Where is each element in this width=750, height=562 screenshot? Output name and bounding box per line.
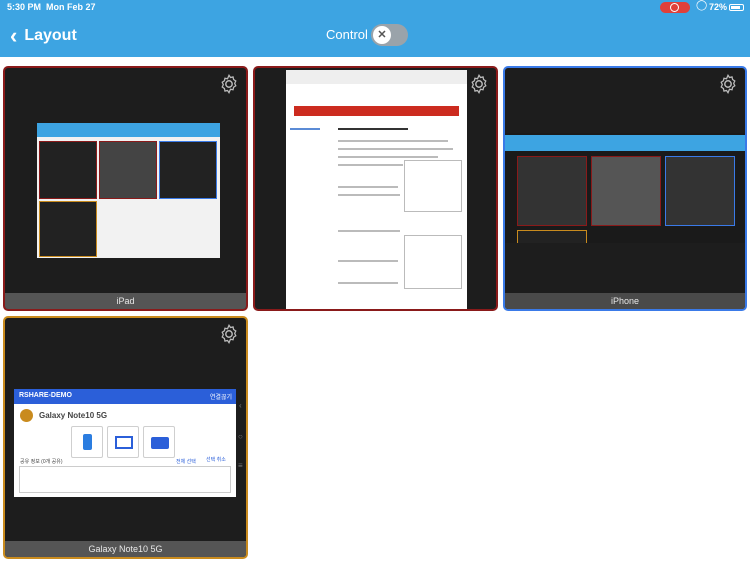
gear-icon[interactable]: [218, 73, 240, 95]
share-list-box: [19, 466, 231, 493]
close-icon: ✕: [373, 26, 391, 44]
mini-nav: [37, 123, 220, 137]
phone-icon: [83, 434, 92, 450]
status-date: Mon Feb 27: [46, 2, 96, 12]
gear-icon[interactable]: [218, 323, 240, 345]
wiki-line: [338, 148, 453, 150]
wiki-figure: [404, 235, 462, 289]
mini-nav: [505, 135, 745, 151]
mini-tile: [159, 141, 217, 199]
wiki-line: [338, 260, 398, 262]
android-home-icon[interactable]: ○: [238, 432, 243, 441]
gallery-button[interactable]: [107, 426, 139, 458]
navigation-bar: ‹ Layout Control ✕: [0, 16, 750, 57]
status-time: 5:30 PM: [7, 2, 42, 12]
wiki-line: [338, 164, 403, 166]
back-button[interactable]: ‹ Layout: [10, 24, 77, 48]
image-icon: [115, 436, 133, 449]
device-screenshot: [286, 70, 467, 309]
android-back-icon[interactable]: ‹: [239, 401, 242, 410]
android-recents-icon[interactable]: ≡: [238, 461, 243, 470]
device-tile-ipad[interactable]: iPad: [3, 66, 248, 311]
wiki-figure: [404, 160, 462, 212]
app-title: RSHARE-DEMO: [19, 392, 72, 399]
device-name: Galaxy Note10 5G: [5, 541, 246, 557]
device-name: iPad: [5, 293, 246, 309]
wiki-banner: [294, 106, 459, 116]
deselect-button[interactable]: 선택 취소: [206, 456, 226, 463]
wiki-line: [338, 140, 448, 142]
device-tile-iphone[interactable]: iPhone: [503, 66, 747, 311]
battery-icon: [729, 4, 744, 11]
device-screenshot: [37, 123, 220, 258]
select-all-button[interactable]: 전체 선택: [176, 458, 196, 465]
browser-toolbar: [286, 70, 467, 84]
mini-tile: [665, 156, 735, 226]
battery-percent: 72%: [709, 2, 728, 12]
status-bar: 5:30 PM Mon Feb 27 ◯ 72%: [0, 0, 750, 16]
wiki-line: [338, 186, 398, 188]
disconnect-button[interactable]: 연결끊기: [210, 392, 232, 401]
android-status-bar: [14, 380, 236, 389]
wiki-line: [338, 194, 400, 196]
device-tile-browser[interactable]: [253, 66, 498, 311]
app-header: RSHARE-DEMO 연결끊기: [14, 389, 236, 404]
control-toggle[interactable]: ✕: [371, 24, 408, 46]
avatar: [20, 409, 33, 422]
device-title: Galaxy Note10 5G: [39, 411, 108, 420]
mini-tile: [39, 201, 97, 257]
camera-icon: [151, 437, 169, 449]
wiki-link: [290, 128, 320, 130]
gear-icon[interactable]: [717, 73, 739, 95]
wiki-line: [338, 156, 438, 158]
screen-record-icon: [660, 2, 690, 13]
page-title: Layout: [24, 27, 77, 44]
device-tile-galaxy[interactable]: RSHARE-DEMO 연결끊기 Galaxy Note10 5G 공유 정보 …: [3, 316, 248, 559]
chevron-left-icon: ‹: [10, 23, 18, 48]
mini-tile: [517, 230, 587, 243]
gear-icon[interactable]: [468, 73, 490, 95]
mini-tile: [517, 156, 587, 226]
screen-share-button[interactable]: [71, 426, 103, 458]
device-screenshot: RSHARE-DEMO 연결끊기 Galaxy Note10 5G 공유 정보 …: [14, 380, 236, 497]
mini-tile: [39, 141, 97, 199]
mini-tile: [99, 141, 157, 199]
control-label: Control: [326, 27, 368, 42]
mini-tile: [591, 156, 661, 226]
camera-button[interactable]: [143, 426, 175, 458]
wifi-icon: ◯: [696, 0, 708, 11]
wiki-heading: [338, 128, 408, 130]
share-info-label: 공유 정보 (0개 공유): [20, 459, 63, 465]
wiki-line: [338, 282, 398, 284]
device-screenshot: [505, 133, 745, 243]
wiki-line: [338, 230, 400, 232]
device-name: iPhone: [505, 293, 745, 309]
